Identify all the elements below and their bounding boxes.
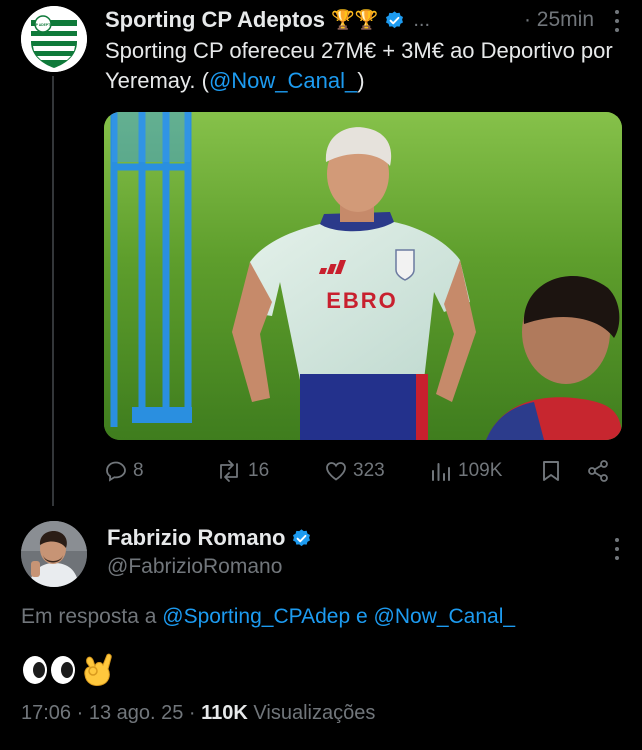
tweet-action-bar: 8 16 323 109K (104, 456, 614, 488)
like-count: 323 (353, 460, 385, 481)
more-icon[interactable] (614, 10, 620, 32)
reply-text-emojis (21, 652, 113, 688)
mention-now-canal[interactable]: @Now_Canal_ (374, 605, 516, 628)
avatar-fabrizio-romano[interactable] (21, 521, 87, 587)
tweet-time[interactable]: · 25min (524, 8, 594, 32)
bookmark-icon (543, 461, 559, 481)
reply-author-row: Fabrizio Romano (107, 525, 312, 551)
mention-link[interactable]: @Now_Canal_ (209, 68, 357, 93)
mention-sporting-cpadep[interactable]: @Sporting_CPAdep (162, 605, 350, 628)
views-count: 109K (458, 460, 503, 481)
reply-views-label: Visualizações (253, 702, 376, 724)
reply-author-name[interactable]: Fabrizio Romano (107, 525, 285, 551)
tweet-text: Sporting CP ofereceu 27M€ + 3M€ ao Depor… (105, 38, 613, 93)
reply-conjunction: e (355, 605, 368, 628)
repost-icon (220, 460, 238, 482)
bookmark-button[interactable] (540, 456, 562, 486)
reply-meta: 17:06 · 13 ago. 25 · 110K Visualizações (21, 702, 375, 725)
author-name[interactable]: Sporting CP Adeptos (105, 7, 325, 33)
repost-button[interactable]: 16 (215, 456, 269, 486)
tweet-media-photo[interactable]: EBRO (104, 112, 622, 440)
ok-hand-emoji (84, 653, 112, 686)
svg-text:SCP ADEPTOS: SCP ADEPTOS (31, 23, 56, 27)
more-icon[interactable] (614, 538, 620, 560)
reply-views-count: 110K (201, 702, 248, 724)
like-icon (326, 462, 346, 481)
svg-text:EBRO: EBRO (326, 288, 398, 313)
reply-button[interactable]: 8 (104, 456, 144, 486)
views-icon (432, 463, 450, 481)
share-button[interactable] (586, 456, 610, 486)
repost-count: 16 (248, 460, 270, 481)
verified-icon[interactable] (291, 528, 312, 549)
like-button[interactable]: 323 (324, 456, 385, 486)
reply-to-context: Em resposta a @Sporting_CPAdep e @Now_Ca… (21, 605, 516, 628)
truncation-ellipsis: ... (413, 8, 430, 31)
reply-author-handle[interactable]: @FabrizioRomano (107, 555, 282, 579)
verified-icon[interactable] (384, 10, 405, 31)
tweet-header: Sporting CP Adeptos 🏆🏆 ... · 25min (105, 4, 622, 36)
views-button[interactable]: 109K (429, 456, 502, 486)
thread-connector-line (52, 76, 54, 506)
trophy-emojis: 🏆🏆 (331, 9, 379, 31)
reply-count: 8 (133, 460, 144, 481)
eyes-emoji (23, 656, 75, 684)
avatar-sporting-cp-adeptos[interactable]: SCP ADEPTOS (21, 6, 87, 72)
reply-timestamp[interactable]: 17:06 · 13 ago. 25 · (21, 702, 196, 724)
reply-icon (106, 461, 126, 482)
share-icon (588, 460, 608, 482)
